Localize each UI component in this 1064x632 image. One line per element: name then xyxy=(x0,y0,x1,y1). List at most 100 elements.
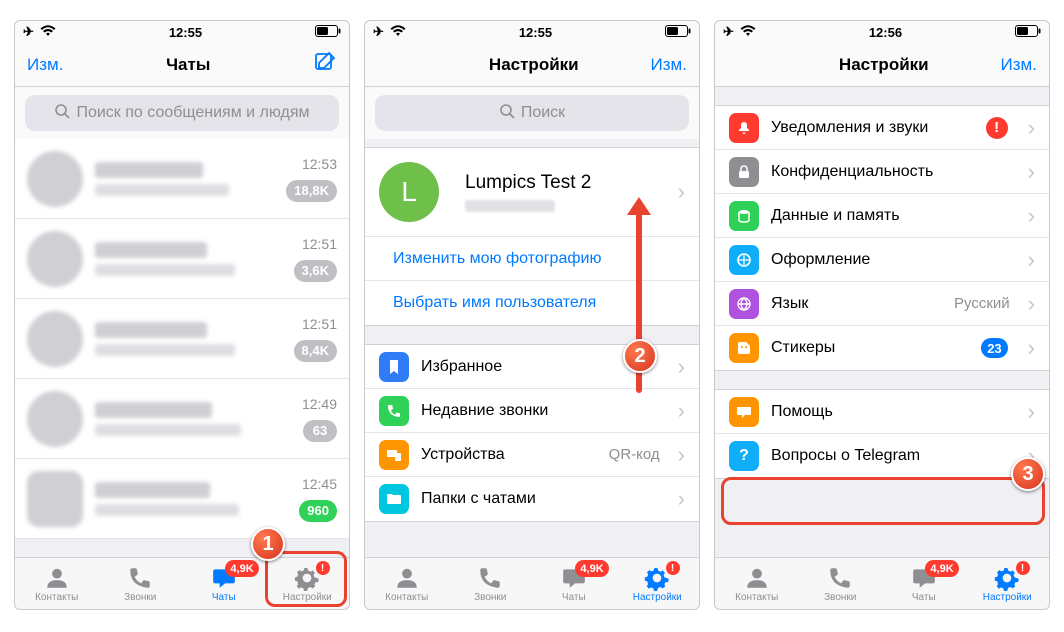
chat-row[interactable]: 12:49 63 xyxy=(15,379,349,459)
change-photo-link[interactable]: Изменить мою фотографию xyxy=(365,237,699,281)
tab-contacts[interactable]: Контакты xyxy=(15,558,99,609)
tab-label: Чаты xyxy=(562,592,586,603)
tab-chats[interactable]: 4,9KЧаты xyxy=(532,558,616,609)
status-bar: ✈︎ 12:55 xyxy=(365,21,699,43)
row-help[interactable]: Помощь› xyxy=(715,390,1049,434)
sticker-icon xyxy=(729,333,759,363)
airplane-icon: ✈︎ xyxy=(23,24,34,40)
row-language[interactable]: ЯзыкРусский› xyxy=(715,282,1049,326)
search-wrap: Поиск xyxy=(365,87,699,139)
status-bar: ✈︎ 12:55 xyxy=(15,21,349,43)
settings-alert: ! xyxy=(666,561,680,575)
tab-label: Настройки xyxy=(283,592,332,603)
row-privacy[interactable]: Конфиденциальность› xyxy=(715,150,1049,194)
chevron-icon: › xyxy=(1028,399,1035,425)
chevron-icon: › xyxy=(678,398,685,424)
page-title: Настройки xyxy=(489,55,579,75)
folder-icon xyxy=(379,484,409,514)
contact-icon xyxy=(394,565,420,591)
tab-chats[interactable]: 4,9K Чаты xyxy=(182,558,266,609)
tab-settings[interactable]: ! Настройки xyxy=(966,558,1050,609)
edit-button[interactable]: Изм. xyxy=(651,55,687,75)
battery-icon xyxy=(1015,25,1041,40)
tab-calls[interactable]: Звонки xyxy=(449,558,533,609)
settings-alert: ! xyxy=(1016,561,1030,575)
general-group: Избранное› Недавние звонки› УстройстваQR… xyxy=(365,344,699,522)
search-input[interactable]: Поиск xyxy=(375,95,689,131)
alert-badge: ! xyxy=(986,117,1008,139)
tab-chats[interactable]: 4,9KЧаты xyxy=(882,558,966,609)
question-icon: ? xyxy=(729,441,759,471)
wifi-icon xyxy=(740,25,756,40)
row-faq[interactable]: ?Вопросы о Telegram› xyxy=(715,434,1049,478)
chat-row[interactable]: 12:518,4K xyxy=(15,299,349,379)
page-title: Чаты xyxy=(166,55,210,75)
chevron-icon: › xyxy=(678,442,685,468)
chat-row[interactable]: 12:513,6K xyxy=(15,219,349,299)
status-left: ✈︎ xyxy=(23,24,56,40)
status-right xyxy=(315,25,341,40)
settings-list[interactable]: Уведомления и звуки!› Конфиденциальность… xyxy=(715,87,1049,557)
status-time: 12:56 xyxy=(869,25,902,40)
profile-name: Lumpics Test 2 xyxy=(465,172,666,194)
step-circle-1: 1 xyxy=(251,527,285,561)
devices-icon xyxy=(379,440,409,470)
row-folders[interactable]: Папки с чатами› xyxy=(365,477,699,521)
tab-settings[interactable]: ! Настройки xyxy=(616,558,700,609)
phone-icon xyxy=(477,565,503,591)
phone-icon xyxy=(127,565,153,591)
appearance-icon xyxy=(729,245,759,275)
row-stickers[interactable]: Стикеры23› xyxy=(715,326,1049,370)
tab-label: Контакты xyxy=(35,592,78,603)
edit-button[interactable]: Изм. xyxy=(27,55,63,75)
chat-list[interactable]: 12:53 18,8K 12:513,6K 12:518,4K 12:49 63 1… xyxy=(15,139,349,557)
stickers-badge: 23 xyxy=(981,338,1007,358)
phone-icon xyxy=(379,396,409,426)
chat-time: 12:53 xyxy=(302,156,337,172)
unread-badge: 8,4K xyxy=(294,340,337,362)
edit-button[interactable]: Изм. xyxy=(1001,55,1037,75)
row-recent-calls[interactable]: Недавние звонки› xyxy=(365,389,699,433)
compose-button[interactable] xyxy=(313,50,337,79)
bell-icon xyxy=(729,113,759,143)
page-title: Настройки xyxy=(839,55,929,75)
search-input[interactable]: Поиск по сообщениям и людям xyxy=(25,95,339,131)
tab-label: Настройки xyxy=(983,592,1032,603)
tab-label: Контакты xyxy=(385,592,428,603)
avatar: L xyxy=(379,162,439,222)
nav-header: Настройки Изм. xyxy=(715,43,1049,87)
chevron-icon: › xyxy=(1028,335,1035,361)
lock-icon xyxy=(729,157,759,187)
chat-time: 12:49 xyxy=(302,396,337,412)
wifi-icon xyxy=(390,25,406,40)
tab-calls[interactable]: Звонки xyxy=(99,558,183,609)
tab-bar: Контакты Звонки 4,9KЧаты ! Настройки xyxy=(715,557,1049,609)
row-devices[interactable]: УстройстваQR-код› xyxy=(365,433,699,477)
row-notifications[interactable]: Уведомления и звуки!› xyxy=(715,106,1049,150)
tab-contacts[interactable]: Контакты xyxy=(365,558,449,609)
phone-settings-bottom: ✈︎ 12:56 Настройки Изм. Уведомления и зв… xyxy=(714,20,1050,610)
tab-label: Настройки xyxy=(633,592,682,603)
chat-row[interactable]: 12:45960 xyxy=(15,459,349,539)
avatar xyxy=(27,391,83,447)
battery-icon xyxy=(665,25,691,40)
tab-label: Звонки xyxy=(474,592,506,603)
row-appearance[interactable]: Оформление› xyxy=(715,238,1049,282)
tab-contacts[interactable]: Контакты xyxy=(715,558,799,609)
row-data[interactable]: Данные и память› xyxy=(715,194,1049,238)
phone-icon xyxy=(827,565,853,591)
bookmark-icon xyxy=(379,352,409,382)
unread-badge: 63 xyxy=(303,420,337,442)
tab-calls[interactable]: Звонки xyxy=(799,558,883,609)
profile-row[interactable]: L Lumpics Test 2 › xyxy=(365,148,699,237)
tab-settings[interactable]: ! Настройки xyxy=(266,558,350,609)
airplane-icon: ✈︎ xyxy=(373,24,384,40)
status-time: 12:55 xyxy=(169,25,202,40)
search-placeholder: Поиск xyxy=(521,104,565,122)
chat-row[interactable]: 12:53 18,8K xyxy=(15,139,349,219)
chevron-icon: › xyxy=(1028,159,1035,185)
status-bar: ✈︎ 12:56 xyxy=(715,21,1049,43)
choose-username-link[interactable]: Выбрать имя пользователя xyxy=(365,281,699,325)
tab-label: Чаты xyxy=(212,592,236,603)
unread-badge: 18,8K xyxy=(286,180,337,202)
